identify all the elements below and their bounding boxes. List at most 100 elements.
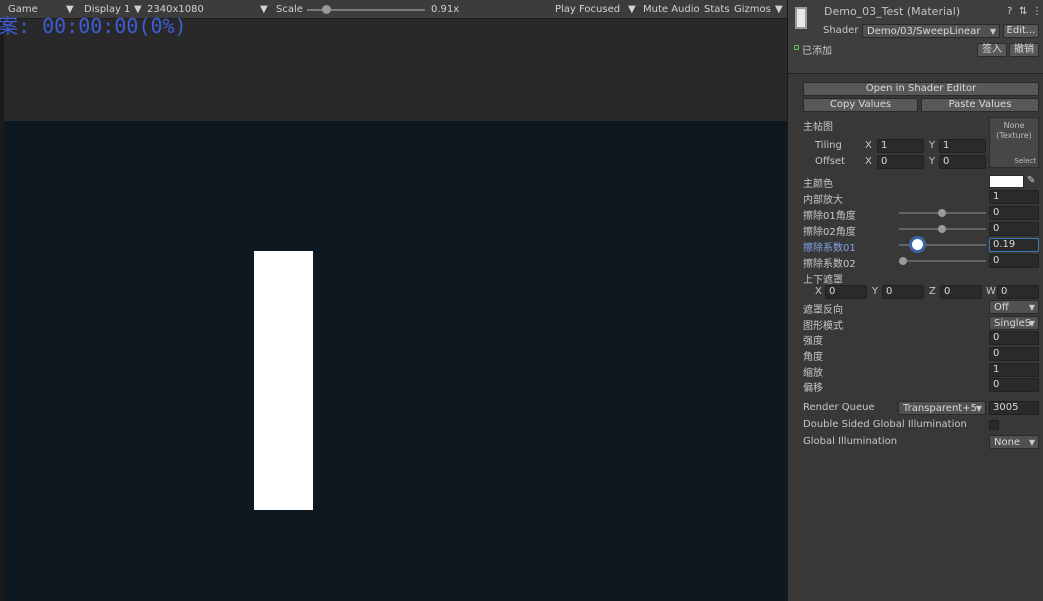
help-icon[interactable]: ? (1007, 6, 1012, 17)
texture-select-button[interactable]: Select (1014, 156, 1036, 166)
mask-w-axis-label: W (986, 286, 996, 297)
zoom-field[interactable]: 1 (989, 363, 1039, 377)
global-illumination-label: Global Illumination (803, 436, 898, 447)
revert-button[interactable]: 撤销 (1009, 43, 1039, 57)
game-render-area[interactable] (4, 121, 787, 601)
tiling-x-field[interactable]: 1 (877, 139, 924, 153)
inner-scale-field[interactable]: 1 (989, 190, 1039, 204)
eyedropper-icon[interactable]: ✎ (1027, 175, 1035, 186)
mask-w-field[interactable]: 0 (997, 285, 1039, 299)
render-queue-mode: Transparent+5 (903, 403, 977, 414)
gizmos-chevron-down-icon[interactable]: ▼ (775, 0, 783, 19)
erase02-angle-label: 擦除02角度 (803, 227, 856, 238)
copy-values-button[interactable]: Copy Values (803, 98, 918, 112)
double-sided-gi-label: Double Sided Global Illumination (803, 419, 967, 430)
play-mode-chevron-down-icon[interactable]: ▼ (628, 0, 636, 19)
global-illumination-dropdown[interactable]: None ▼ (989, 435, 1039, 449)
tiling-label: Tiling (815, 140, 842, 151)
texture-slot[interactable]: None (Texture) Select (989, 117, 1039, 168)
zoom-label: 缩放 (803, 368, 823, 379)
check-in-button[interactable]: 签入 (977, 43, 1007, 57)
scale-slider-handle[interactable] (322, 5, 331, 14)
material-name: Demo_03_Test (Material) (824, 5, 961, 18)
offset-y-axis-label: Y (929, 156, 936, 167)
angle-label: 角度 (803, 352, 823, 363)
offset-y-field[interactable]: 0 (939, 155, 986, 169)
erase01-coef-label: 擦除系数01 (803, 243, 856, 254)
tiling-y-axis-label: Y (929, 140, 936, 151)
inspector-panel: Demo_03_Test (Material) ? ⇅ ⋮ Shader Dem… (787, 0, 1043, 601)
chevron-down-icon: ▼ (1028, 438, 1035, 447)
erase01-coef-slider-handle[interactable] (912, 239, 923, 250)
angle-field[interactable]: 0 (989, 347, 1039, 361)
mask-z-axis-label: Z (929, 286, 936, 297)
mask-invert-label: 遮罩反向 (803, 305, 843, 316)
hud-timer-text: 案: 00:00:00(0%) (0, 14, 187, 38)
texture-type-label: (Texture) (996, 131, 1032, 140)
erase01-coef-field[interactable]: 0.19 (989, 238, 1039, 252)
open-shader-editor-button[interactable]: Open in Shader Editor (803, 82, 1039, 96)
tiling-y-field[interactable]: 1 (939, 139, 986, 153)
mask-invert-dropdown[interactable]: Off ▼ (989, 300, 1039, 314)
strength-label: 强度 (803, 336, 823, 347)
render-queue-field[interactable]: 3005 (989, 401, 1039, 415)
main-color-swatch[interactable] (989, 175, 1024, 188)
offset-prop-label: 偏移 (803, 383, 823, 394)
mute-audio-button[interactable]: Mute Audio (643, 0, 700, 19)
tiling-x-axis-label: X (865, 140, 872, 151)
offset-x-field[interactable]: 0 (877, 155, 924, 169)
offset-x-axis-label: X (865, 156, 872, 167)
texture-none-label: None (1003, 121, 1025, 130)
mask-x-field[interactable]: 0 (825, 285, 867, 299)
material-icon (795, 7, 807, 29)
chevron-down-icon: ▼ (1028, 319, 1035, 328)
erase02-coef-label: 擦除系数02 (803, 259, 856, 270)
erase02-coef-slider-handle[interactable] (899, 257, 907, 265)
shader-dropdown[interactable]: Demo/03/SweepLinear ▼ (862, 24, 1000, 38)
scale-label: Scale (276, 4, 303, 15)
shader-label: Shader (823, 25, 859, 36)
chevron-down-icon: ▼ (975, 404, 982, 413)
erase02-angle-slider-handle[interactable] (938, 225, 946, 233)
added-status-icon (794, 45, 799, 50)
erase02-angle-field[interactable]: 0 (989, 222, 1039, 236)
main-texture-label: 主帖图 (803, 122, 833, 133)
added-status-label: 已添加 (802, 46, 832, 57)
shape-mode-dropdown[interactable]: SingleS ▼ (989, 316, 1039, 330)
erase02-coef-slider-track[interactable] (899, 260, 986, 262)
mask-label: 上下遮罩 (803, 275, 843, 286)
global-illumination-value: None (994, 437, 1021, 448)
render-queue-dropdown[interactable]: Transparent+5 ▼ (898, 401, 986, 415)
mask-z-field[interactable]: 0 (940, 285, 982, 299)
more-options-icon[interactable]: ⋮ (1032, 6, 1042, 17)
stats-button[interactable]: Stats (704, 0, 730, 19)
edit-shader-button[interactable]: Edit... (1003, 24, 1039, 38)
play-mode-dropdown[interactable]: Play Focused (555, 0, 620, 19)
scale-value: 0.91x (431, 4, 460, 15)
erase01-angle-field[interactable]: 0 (989, 206, 1039, 220)
erase01-angle-label: 擦除01角度 (803, 211, 856, 222)
material-header: Demo_03_Test (Material) ? ⇅ ⋮ Shader Dem… (788, 0, 1043, 74)
game-view-panel: Game ▼ Display 1 ▼ 2340x1080 ▼ Scale 0.9… (0, 0, 787, 601)
offset-prop-field[interactable]: 0 (989, 378, 1039, 392)
erase01-angle-slider-handle[interactable] (938, 209, 946, 217)
erase02-coef-field[interactable]: 0 (989, 254, 1039, 268)
paste-values-button[interactable]: Paste Values (921, 98, 1039, 112)
mask-x-axis-label: X (815, 286, 822, 297)
offset-label: Offset (815, 156, 846, 167)
strength-field[interactable]: 0 (989, 331, 1039, 345)
resolution-chevron-down-icon[interactable]: ▼ (260, 0, 268, 19)
shape-mode-label: 图形模式 (803, 321, 843, 332)
unity-editor-window: Game ▼ Display 1 ▼ 2340x1080 ▼ Scale 0.9… (0, 0, 1043, 601)
shape-mode-value: SingleS (994, 318, 1032, 329)
gizmos-button[interactable]: Gizmos (734, 0, 771, 19)
mask-invert-value: Off (994, 302, 1009, 313)
preset-icon[interactable]: ⇅ (1019, 6, 1027, 17)
chevron-down-icon: ▼ (1028, 303, 1035, 312)
chevron-down-icon: ▼ (989, 27, 996, 36)
mask-y-field[interactable]: 0 (882, 285, 924, 299)
shader-value: Demo/03/SweepLinear (867, 26, 981, 37)
double-sided-gi-checkbox[interactable] (989, 420, 999, 430)
mask-y-axis-label: Y (872, 286, 879, 297)
rendered-white-quad (254, 251, 313, 510)
